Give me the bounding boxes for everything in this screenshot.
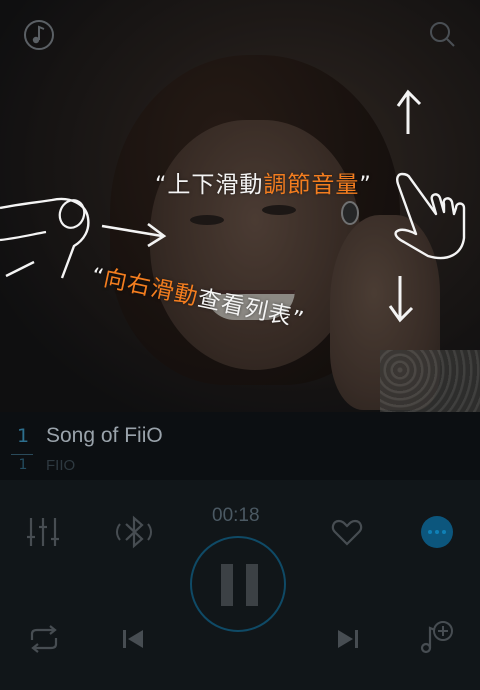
track-artist: FIIO (46, 457, 76, 474)
pause-icon (221, 564, 233, 606)
more-button[interactable] (421, 516, 453, 548)
track-number-divider (11, 454, 33, 455)
track-count: 1 (18, 457, 28, 473)
volume-gesture-hint: “上下滑動調節音量” (155, 165, 372, 199)
swipe-down-arrow-icon (388, 276, 414, 323)
vertical-swipe-label: 上下滑動 (167, 172, 264, 198)
music-note-icon[interactable] (23, 19, 55, 51)
add-music-icon[interactable] (418, 620, 454, 656)
swipe-right-arrow-icon (101, 222, 167, 248)
adjust-volume-label: 調節音量 (263, 172, 360, 198)
bluetooth-icon[interactable] (114, 515, 154, 549)
music-player-screen: “上下滑動調節音量” “向右滑動查看列表” 1 1 Song of FiiO F… (0, 0, 480, 690)
search-icon[interactable] (427, 19, 459, 51)
heart-icon[interactable] (331, 518, 363, 546)
quote-close: ” (359, 173, 372, 198)
elapsed-time: 00:18 (212, 505, 260, 526)
track-title: Song of FiiO (46, 424, 163, 447)
finger-gesture-icon (0, 197, 90, 279)
track-number: 1 (16, 425, 30, 447)
play-pause-button[interactable] (190, 536, 286, 632)
more-icon (428, 530, 432, 534)
next-icon[interactable] (336, 627, 360, 651)
equalizer-icon[interactable] (26, 515, 60, 549)
quote-open: “ (155, 173, 168, 198)
previous-icon[interactable] (121, 627, 145, 651)
swipe-up-arrow-icon (396, 89, 422, 134)
hand-gesture-icon (394, 172, 466, 260)
repeat-icon[interactable] (26, 624, 62, 654)
